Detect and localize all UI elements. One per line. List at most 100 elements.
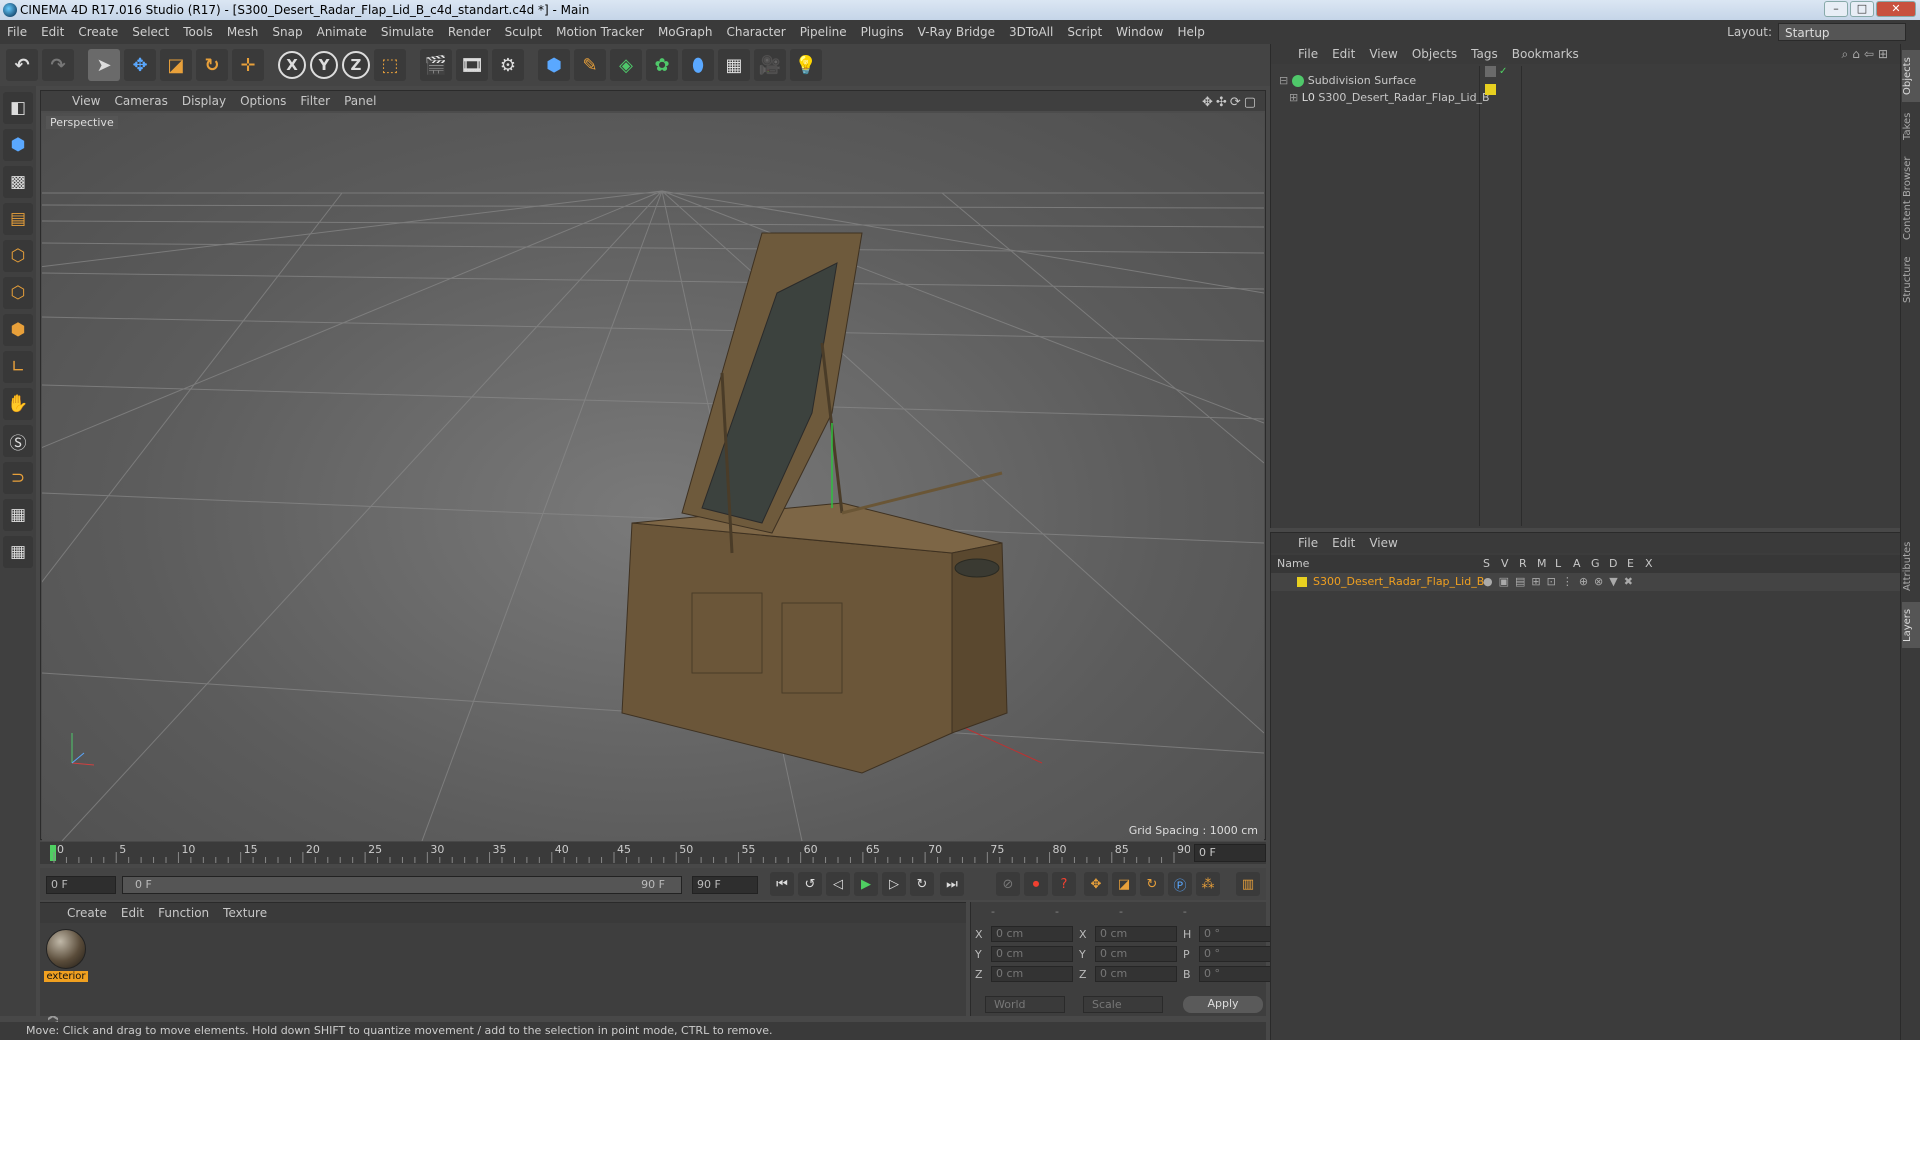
layout-dropdown[interactable]: Startup (1778, 23, 1906, 41)
pen-spline-icon[interactable]: ✎ (574, 49, 606, 81)
object-row-subdivision-surface[interactable]: ⊟ Subdivision Surface (1279, 72, 1416, 90)
lm-menu-edit[interactable]: Edit (1325, 533, 1362, 553)
position-y-field[interactable]: 0 cm (991, 946, 1073, 962)
next-key-icon[interactable]: ↻ (910, 872, 934, 896)
menu-create[interactable]: Create (71, 20, 125, 44)
apply-button[interactable]: Apply (1183, 996, 1263, 1013)
object-row-radar-flap[interactable]: ⊞ L0 S300_Desert_Radar_Flap_Lid_B (1289, 89, 1490, 107)
key-rotation-icon[interactable]: ↻ (1140, 872, 1164, 896)
menu-snap[interactable]: Snap (265, 20, 309, 44)
snap-icon[interactable]: Ⓢ (3, 425, 33, 457)
points-mode-icon[interactable]: ⬡ (3, 240, 33, 272)
lm-menu-view[interactable]: View (1362, 533, 1404, 553)
range-slider[interactable]: 0 F 90 F (122, 876, 682, 894)
render-view-icon[interactable]: 🎬 (420, 49, 452, 81)
menu-select[interactable]: Select (125, 20, 176, 44)
redo-icon[interactable]: ↷ (42, 49, 74, 81)
previous-key-icon[interactable]: ↺ (798, 872, 822, 896)
material-swatch-exterior[interactable]: exterior (44, 929, 88, 987)
cloner-icon[interactable]: ✿ (646, 49, 678, 81)
polygons-mode-icon[interactable]: ⬢ (3, 314, 33, 346)
enabled-check-icon[interactable]: ✓ (1499, 66, 1510, 77)
menu-character[interactable]: Character (719, 20, 792, 44)
coordinate-mode-dropdown[interactable]: World (985, 996, 1065, 1013)
tab-layers[interactable]: Layers (1902, 602, 1920, 648)
size-z-field[interactable]: 0 cm (1095, 966, 1177, 982)
om-menu-view[interactable]: View (1362, 44, 1404, 64)
subdivision-surface-icon[interactable]: ◈ (610, 49, 642, 81)
live-selection-icon[interactable]: ➤ (88, 49, 120, 81)
timeline-window-icon[interactable]: ▥ (1236, 872, 1260, 896)
light-icon[interactable]: 💡 (790, 49, 822, 81)
layer-name[interactable]: S300_Desert_Radar_Flap_Lid_B (1313, 573, 1484, 591)
layer-flag-icons[interactable]: ●▣▤⊞⊡⋮⊕⊗▼✖ (1483, 573, 1639, 591)
rotation-b-field[interactable]: 0 ° (1199, 966, 1281, 982)
keyframe-selection-icon[interactable]: ⊘ (996, 872, 1020, 896)
layer-row[interactable]: S300_Desert_Radar_Flap_Lid_B ●▣▤⊞⊡⋮⊕⊗▼✖ (1271, 573, 1901, 591)
editor-visibility-icon[interactable] (1485, 66, 1496, 77)
workplane-lock-icon[interactable]: ▦ (3, 499, 33, 531)
cube-primitive-icon[interactable]: ⬢ (538, 49, 570, 81)
key-position-icon[interactable]: ✥ (1084, 872, 1108, 896)
om-menu-objects[interactable]: Objects (1405, 44, 1464, 64)
menu-mesh[interactable]: Mesh (220, 20, 266, 44)
tab-takes[interactable]: Takes (1902, 106, 1920, 146)
z-axis-lock-icon[interactable]: Z (342, 51, 370, 79)
om-menu-bookmarks[interactable]: Bookmarks (1505, 44, 1586, 64)
material-menu-texture[interactable]: Texture (216, 903, 274, 923)
layer-color-swatch[interactable] (1297, 577, 1307, 587)
deformer-icon[interactable]: ⬮ (682, 49, 714, 81)
key-parameter-icon[interactable]: Ⓟ (1168, 872, 1192, 896)
viewport-perspective[interactable]: View Cameras Display Options Filter Panel ✥✣⟳… (0, 90, 1266, 842)
menu-plugins[interactable]: Plugins (854, 20, 911, 44)
record-active-objects-icon[interactable]: ⏺ (1024, 872, 1048, 896)
rotation-p-field[interactable]: 0 ° (1199, 946, 1281, 962)
locked-workplane-icon[interactable]: ▦ (3, 536, 33, 568)
x-axis-lock-icon[interactable]: X (278, 51, 306, 79)
menu-file[interactable]: File (0, 20, 34, 44)
viewport-menu-display[interactable]: Display (175, 91, 233, 111)
menu-render[interactable]: Render (441, 20, 498, 44)
playhead[interactable] (50, 845, 56, 861)
floor-icon[interactable]: ▦ (718, 49, 750, 81)
viewport-menu-panel[interactable]: Panel (337, 91, 383, 111)
edges-mode-icon[interactable]: ⬡ (3, 277, 33, 309)
tab-attributes[interactable]: Attributes (1902, 534, 1920, 598)
menu-3dtoall[interactable]: 3DToAll (1002, 20, 1060, 44)
size-x-field[interactable]: 0 cm (1095, 926, 1177, 942)
om-search-icon[interactable]: ⌕⌂⇦⊞ (1842, 44, 1892, 64)
position-z-field[interactable]: 0 cm (991, 966, 1073, 982)
menu-animate[interactable]: Animate (310, 20, 374, 44)
menu-motion-tracker[interactable]: Motion Tracker (549, 20, 651, 44)
model-mode-icon[interactable]: ⬢ (3, 129, 33, 161)
texture-mode-icon[interactable]: ▩ (3, 166, 33, 198)
menu-sculpt[interactable]: Sculpt (498, 20, 549, 44)
layer-color-tag[interactable] (1485, 84, 1496, 95)
maximize-button[interactable]: □ (1850, 1, 1874, 17)
menu-simulate[interactable]: Simulate (374, 20, 441, 44)
y-axis-lock-icon[interactable]: Y (310, 51, 338, 79)
material-menu-edit[interactable]: Edit (114, 903, 151, 923)
om-menu-file[interactable]: File (1291, 44, 1325, 64)
viewport-menu-filter[interactable]: Filter (293, 91, 337, 111)
magnet-icon[interactable]: ⊃ (3, 462, 33, 494)
scale-tool-icon[interactable]: ◪ (160, 49, 192, 81)
render-settings-icon[interactable]: ⚙ (492, 49, 524, 81)
undo-icon[interactable]: ↶ (6, 49, 38, 81)
om-menu-tags[interactable]: Tags (1464, 44, 1505, 64)
camera-icon[interactable]: 🎥 (754, 49, 786, 81)
key-point-level-icon[interactable]: ⁂ (1196, 872, 1220, 896)
start-frame-field[interactable]: 0 F (46, 876, 116, 894)
viewport-menu-cameras[interactable]: Cameras (107, 91, 174, 111)
tab-structure[interactable]: Structure (1902, 250, 1920, 310)
viewport-menu-view[interactable]: View (65, 91, 107, 111)
workplane-mode-icon[interactable]: ▤ (3, 203, 33, 235)
viewport-navigation-icons[interactable]: ✥✣⟳▢ (1202, 93, 1259, 113)
coordinate-system-icon[interactable]: ⬚ (374, 49, 406, 81)
move-tool-icon[interactable]: ✥ (124, 49, 156, 81)
timeline-ruler[interactable]: 0 5 10 15 20 25 30 35 40 45 50 55 60 65 70 75 80 85 90 (40, 842, 1266, 864)
render-picture-viewer-icon[interactable]: 🎞 (456, 49, 488, 81)
rotation-h-field[interactable]: 0 ° (1199, 926, 1281, 942)
go-to-start-icon[interactable]: ⏮ (770, 872, 794, 896)
key-scale-icon[interactable]: ◪ (1112, 872, 1136, 896)
